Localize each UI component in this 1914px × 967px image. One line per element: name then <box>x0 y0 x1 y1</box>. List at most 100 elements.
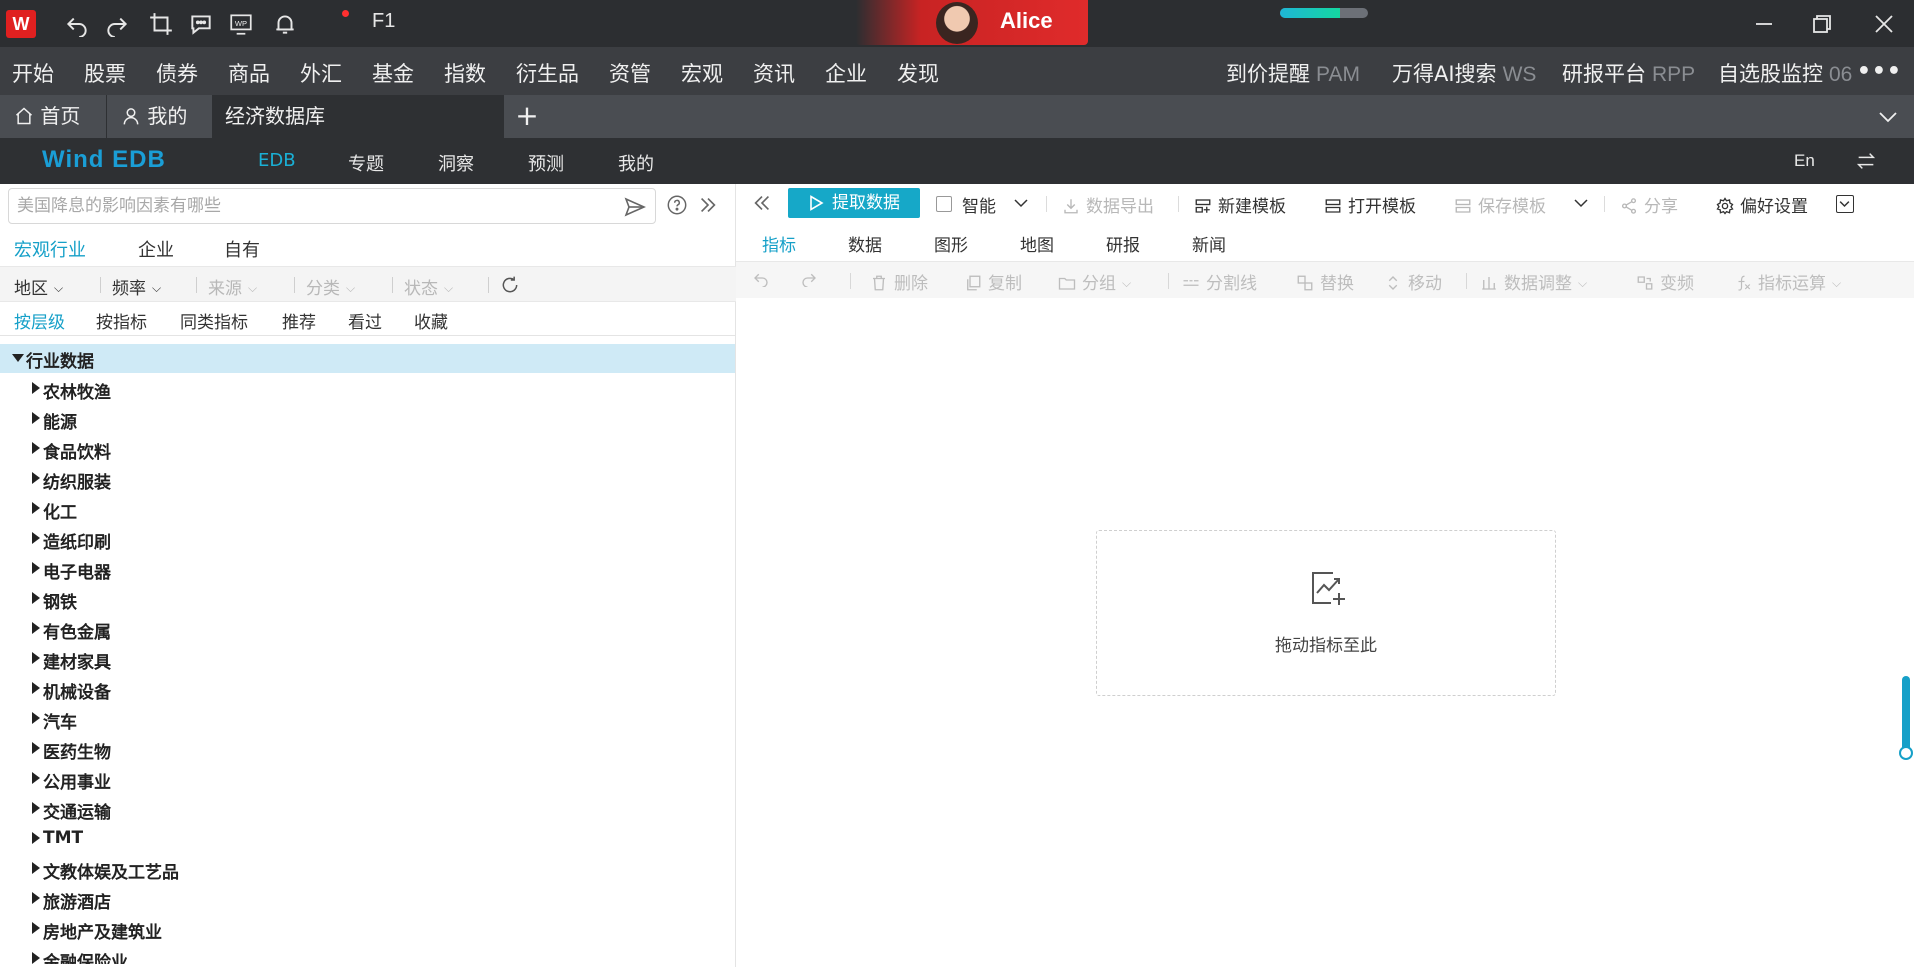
move-button[interactable]: 移动 <box>1384 269 1442 294</box>
tree-node[interactable]: 纺织服装 <box>0 464 735 494</box>
menu-item-stocks[interactable]: 股票 <box>84 58 126 88</box>
redo-icon[interactable] <box>104 11 130 38</box>
menu-item-macro[interactable]: 宏观 <box>681 58 723 88</box>
tab-by-level[interactable]: 按层级 <box>14 308 65 333</box>
collapsed-triangle-icon[interactable] <box>32 652 40 664</box>
tab-economic-database[interactable]: 经济数据库 <box>213 95 504 138</box>
tree-node[interactable]: 电子电器 <box>0 554 735 584</box>
tree-node[interactable]: 房地产及建筑业 <box>0 914 735 944</box>
smart-checkbox[interactable] <box>936 196 952 212</box>
filter-status[interactable]: 状态 ⌵ <box>404 274 453 299</box>
tree-node[interactable]: 医药生物 <box>0 734 735 764</box>
help-icon[interactable] <box>666 194 688 216</box>
expand-triangle-icon[interactable] <box>12 354 24 362</box>
menu-item-asset-mgmt[interactable]: 资管 <box>609 58 651 88</box>
tree-node[interactable]: 建材家具 <box>0 644 735 674</box>
chevron-down-icon[interactable] <box>1012 194 1030 212</box>
tab-own[interactable]: 自有 <box>224 236 260 262</box>
chat-icon[interactable] <box>188 11 214 37</box>
crop-icon[interactable] <box>148 11 174 37</box>
undo-icon[interactable] <box>64 11 90 38</box>
more-menu-button[interactable]: ••• <box>1857 59 1902 84</box>
tab-viewed[interactable]: 看过 <box>348 308 382 333</box>
close-icon[interactable] <box>1872 12 1896 36</box>
nav-insight[interactable]: 洞察 <box>438 150 474 176</box>
menu-item-bonds[interactable]: 债券 <box>156 58 198 88</box>
tree-node[interactable]: TMT <box>0 824 735 854</box>
double-chevron-right-icon[interactable] <box>696 194 720 216</box>
tree-node[interactable]: 金融保险业 <box>0 944 735 964</box>
tree-node[interactable]: 钢铁 <box>0 584 735 614</box>
tab-data[interactable]: 数据 <box>848 231 882 256</box>
divider-line-button[interactable]: 分割线 <box>1182 269 1257 294</box>
tab-home[interactable]: 首页 <box>0 95 107 138</box>
collapsed-triangle-icon[interactable] <box>32 472 40 484</box>
copy-button[interactable]: 复制 <box>964 269 1022 294</box>
tab-news[interactable]: 新闻 <box>1192 231 1226 256</box>
tree-node[interactable]: 汽车 <box>0 704 735 734</box>
filter-region[interactable]: 地区 ⌵ <box>14 274 63 299</box>
collapsed-triangle-icon[interactable] <box>32 742 40 754</box>
language-toggle[interactable]: En <box>1794 151 1815 171</box>
tree-node[interactable]: 公用事业 <box>0 764 735 794</box>
undo-icon[interactable] <box>752 269 776 289</box>
tab-macro-industry[interactable]: 宏观行业 <box>14 236 86 262</box>
menu-price-alert[interactable]: 到价提醒 PAM <box>1226 58 1360 88</box>
tree-node[interactable]: 能源 <box>0 404 735 434</box>
delete-button[interactable]: 删除 <box>870 269 928 294</box>
restore-icon[interactable] <box>1810 12 1834 36</box>
search-input[interactable] <box>17 195 607 217</box>
tab-map[interactable]: 地图 <box>1020 231 1054 256</box>
menu-item-commodities[interactable]: 商品 <box>228 58 270 88</box>
collapsed-triangle-icon[interactable] <box>32 712 40 724</box>
collapsed-triangle-icon[interactable] <box>32 592 40 604</box>
tree-node[interactable]: 机械设备 <box>0 674 735 704</box>
open-template-button[interactable]: 打开模板 <box>1324 192 1416 217</box>
nav-topics[interactable]: 专题 <box>348 150 384 176</box>
chevron-down-icon[interactable] <box>1876 105 1900 129</box>
tree-node[interactable]: 农林牧渔 <box>0 374 735 404</box>
collapsed-triangle-icon[interactable] <box>32 862 40 874</box>
tab-reports[interactable]: 研报 <box>1106 231 1140 256</box>
collapsed-triangle-icon[interactable] <box>32 562 40 574</box>
export-button[interactable]: 数据导出 <box>1062 192 1154 217</box>
menu-item-start[interactable]: 开始 <box>12 58 54 88</box>
refresh-icon[interactable] <box>500 275 520 295</box>
nav-forecast[interactable]: 预测 <box>528 150 564 176</box>
menu-item-indices[interactable]: 指数 <box>444 58 486 88</box>
collapsed-triangle-icon[interactable] <box>32 952 40 964</box>
chevron-down-icon[interactable] <box>1572 194 1590 212</box>
nav-mine[interactable]: 我的 <box>618 150 654 176</box>
filter-frequency[interactable]: 频率 ⌵ <box>112 274 161 299</box>
bell-icon[interactable] <box>272 11 298 37</box>
data-adjust-button[interactable]: 数据调整 ⌵ <box>1480 269 1587 294</box>
minimize-icon[interactable] <box>1752 12 1776 36</box>
tab-favorites[interactable]: 收藏 <box>414 308 448 333</box>
side-drawer-knob[interactable] <box>1899 746 1913 760</box>
collapsed-triangle-icon[interactable] <box>32 412 40 424</box>
user-badge[interactable]: Alice <box>856 0 1088 45</box>
add-tab-button[interactable]: + <box>512 95 542 138</box>
collapsed-triangle-icon[interactable] <box>32 922 40 934</box>
collapsed-triangle-icon[interactable] <box>32 802 40 814</box>
tab-similar[interactable]: 同类指标 <box>180 308 248 333</box>
menu-item-enterprise[interactable]: 企业 <box>825 58 867 88</box>
collapsed-triangle-icon[interactable] <box>32 532 40 544</box>
collapsed-triangle-icon[interactable] <box>32 772 40 784</box>
tree-node[interactable]: 食品饮料 <box>0 434 735 464</box>
collapsed-triangle-icon[interactable] <box>32 892 40 904</box>
save-template-button[interactable]: 保存模板 <box>1454 192 1546 217</box>
swap-icon[interactable] <box>1854 150 1878 172</box>
tab-enterprise[interactable]: 企业 <box>138 236 174 262</box>
preferences-button[interactable]: 偏好设置 <box>1716 192 1808 217</box>
nav-edb[interactable]: EDB <box>258 150 296 171</box>
side-drawer-handle[interactable] <box>1902 676 1910 756</box>
menu-item-derivatives[interactable]: 衍生品 <box>516 58 579 88</box>
menu-item-forex[interactable]: 外汇 <box>300 58 342 88</box>
tree-root-industry-data[interactable]: 行业数据 <box>0 344 735 373</box>
menu-item-news[interactable]: 资讯 <box>753 58 795 88</box>
group-button[interactable]: 分组 ⌵ <box>1058 269 1131 294</box>
menu-ai-search[interactable]: 万得AI搜索 WS <box>1392 58 1536 88</box>
collapsed-triangle-icon[interactable] <box>32 622 40 634</box>
filter-source[interactable]: 来源 ⌵ <box>208 274 257 299</box>
